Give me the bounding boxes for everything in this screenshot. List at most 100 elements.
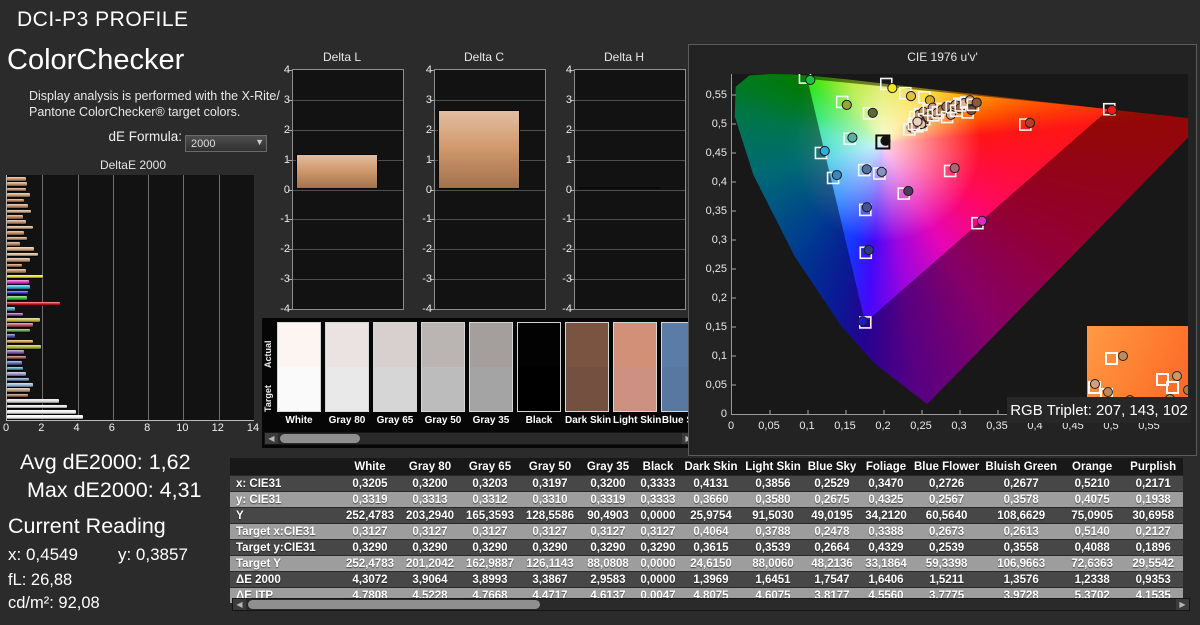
de-bar xyxy=(7,274,44,279)
gridline xyxy=(435,249,545,251)
cell: 0,3127 xyxy=(520,523,580,540)
de-bar xyxy=(7,307,15,311)
y-tick-label: -2 xyxy=(562,243,572,256)
current-reading-title: Current Reading xyxy=(8,514,166,538)
table-row: x: CIE31 0,3205 0,3200 0,3203 0,3197 0,3200 0,… xyxy=(230,475,1184,492)
de-bar xyxy=(7,355,27,360)
cell: 0,3333 xyxy=(636,475,680,492)
de-bar xyxy=(7,328,30,333)
swatch-target xyxy=(278,367,320,411)
x-tick-label: 6 xyxy=(108,422,115,434)
de-bar xyxy=(7,334,15,338)
row-label: y: CIE31 xyxy=(230,491,340,508)
cie-measured-point xyxy=(863,244,874,255)
x-tick-label: 2 xyxy=(38,422,45,434)
reading-y: y: 0,3857 xyxy=(117,545,188,564)
cie-measured-point xyxy=(805,74,816,86)
cell: 0,2171 xyxy=(1123,475,1184,492)
scroll-right-icon[interactable]: ▶ xyxy=(1176,599,1189,610)
table-scroll-track[interactable] xyxy=(246,599,1176,610)
swatch: Light Skin xyxy=(613,322,661,426)
swatch-scrollbar[interactable]: ◀ ▶ xyxy=(264,432,696,445)
column-header: Blue Sky xyxy=(804,458,860,476)
max-de2000: Max dE2000: 4,31 xyxy=(27,478,202,502)
column-header: Dark Skin xyxy=(680,458,742,476)
cie-measured-point xyxy=(976,215,988,226)
gridline xyxy=(435,189,545,191)
cie-measured-point xyxy=(887,82,898,94)
delta-bar xyxy=(578,187,660,190)
gridline xyxy=(77,175,79,420)
cell: 0,4088 xyxy=(1061,539,1124,556)
gridline xyxy=(575,159,685,161)
column-header: Light Skin xyxy=(742,458,804,476)
table-row: Target x:CIE31 0,3127 0,3127 0,3127 0,3127 0,… xyxy=(230,523,1184,540)
cie-y-tick-label: 0,15 xyxy=(705,321,727,333)
cell: 0,2675 xyxy=(804,491,860,508)
column-header: Gray 50 xyxy=(520,458,580,476)
delta-l-chart: Delta L 4 3 2 1 0 -1 -2 -3 -4 xyxy=(278,50,406,315)
swatch-actual xyxy=(518,323,560,367)
scroll-left-icon[interactable]: ◀ xyxy=(233,599,246,610)
y-tick-label: -1 xyxy=(280,213,290,226)
y-tick-label: 2 xyxy=(565,123,572,136)
swatch-pair xyxy=(373,322,417,412)
description-line1: Display analysis is performed with the X… xyxy=(29,89,280,103)
swatch-label: White xyxy=(285,415,313,426)
y-tick-label: -1 xyxy=(562,213,572,226)
swatch-pair xyxy=(613,322,657,412)
page-title: ColorChecker xyxy=(7,44,185,76)
delta-c-chart: Delta C 4 3 2 1 0 -1 -2 -3 -4 xyxy=(420,50,548,315)
cell: 0,3660 xyxy=(680,491,742,508)
cie-measured-point xyxy=(949,162,960,174)
cie-y-tick-label: 0 xyxy=(720,408,727,420)
gridline xyxy=(293,99,403,101)
cie-y-tick-label: 0,5 xyxy=(711,118,727,130)
cie-chart-panel: CIE 1976 u'v' 0,55 0,5 0,45 0,4 0,35 0,3 0,25 0… xyxy=(688,44,1197,456)
de-formula-dropdown[interactable]: 2000 ▼ xyxy=(185,135,267,152)
chevron-down-icon[interactable]: ▼ xyxy=(255,137,264,147)
swatch-actual xyxy=(470,323,512,367)
delta-bar xyxy=(438,110,520,190)
y-tick-label: 0 xyxy=(565,183,572,196)
de-bar xyxy=(7,361,22,365)
de-bar xyxy=(7,372,27,376)
y-tick-label: -3 xyxy=(422,273,432,286)
gridline xyxy=(293,219,403,221)
cell: 0,3388 xyxy=(860,523,912,540)
scroll-left-icon[interactable]: ◀ xyxy=(265,433,278,444)
cell: 0,3290 xyxy=(460,539,520,556)
de-formula-value: 2000 xyxy=(191,137,216,150)
delta-bar xyxy=(296,153,378,190)
cie-measured-point xyxy=(841,99,852,110)
inset-measured-point xyxy=(1172,370,1183,381)
gridline xyxy=(218,175,220,420)
column-header: Purplish xyxy=(1123,458,1184,476)
table-scrollbar[interactable]: ◀ ▶ xyxy=(232,598,1190,611)
cell: 0,3203 xyxy=(460,475,520,492)
cell: 1,3969 xyxy=(680,571,742,588)
de-bar xyxy=(7,285,30,289)
cell: 0,2127 xyxy=(1123,523,1184,540)
x-tick-label: 14 xyxy=(246,422,260,434)
de-bar xyxy=(7,258,30,262)
column-header: Gray 65 xyxy=(460,458,520,476)
swatch-scroll-track[interactable] xyxy=(278,433,682,444)
de-bar xyxy=(7,366,23,371)
y-tick-label: 1 xyxy=(565,153,572,166)
cell: 0,2677 xyxy=(981,475,1062,492)
swatch-pair xyxy=(277,322,321,412)
x-tick-label: 12 xyxy=(211,422,224,434)
cell: 29,5542 xyxy=(1123,555,1184,572)
cie-x-tick-label: 0,15 xyxy=(834,420,856,432)
cell: 0,3290 xyxy=(580,539,636,556)
y-tick-label: -3 xyxy=(280,273,290,286)
swatch-scroll-thumb[interactable] xyxy=(280,434,360,443)
de-bar xyxy=(7,377,30,382)
cie-x-tick-label: 0,25 xyxy=(910,420,932,432)
cell: 0,2613 xyxy=(981,523,1062,540)
gridline xyxy=(575,219,685,221)
de-bar xyxy=(7,382,34,387)
table-scroll-thumb[interactable] xyxy=(248,600,540,609)
swatch-actual xyxy=(326,323,368,367)
